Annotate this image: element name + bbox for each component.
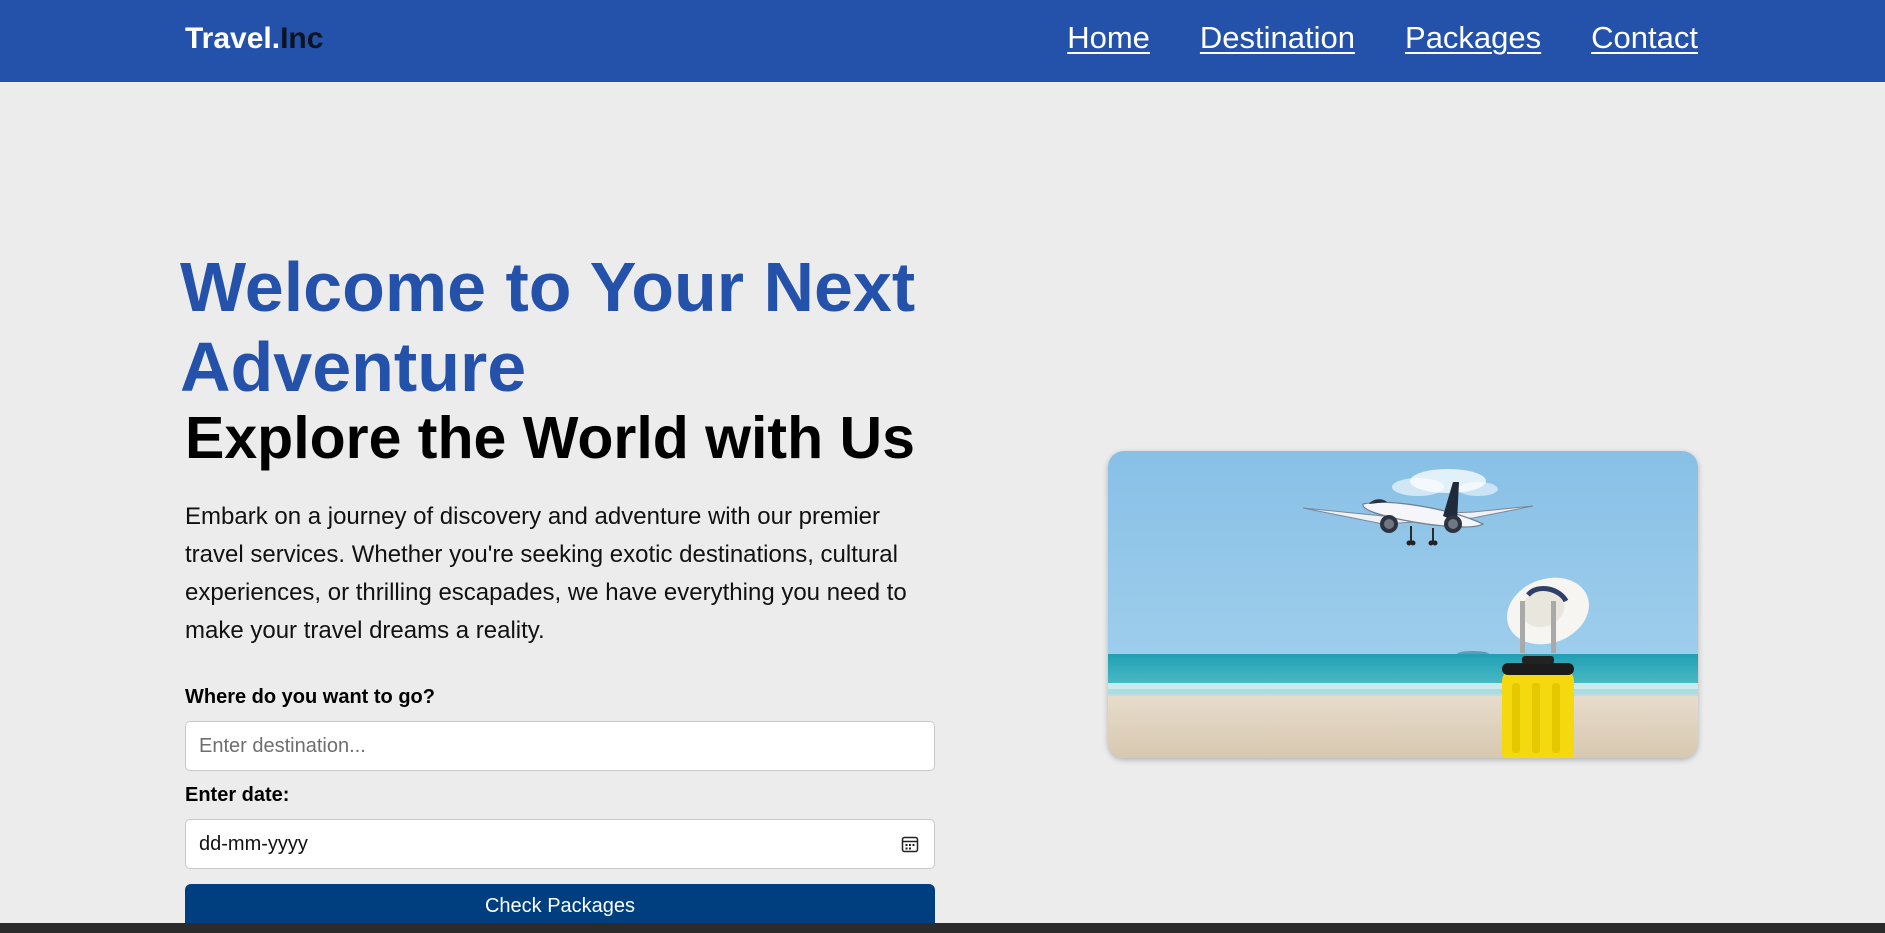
nav-links: Home Destination Packages Contact	[1067, 18, 1698, 58]
date-placeholder: dd-mm-yyyy	[199, 832, 308, 855]
destination-input[interactable]	[185, 721, 935, 771]
destination-label: Where do you want to go?	[185, 686, 435, 708]
brand-name-part1: Travel.	[185, 22, 281, 55]
hero-image	[1108, 451, 1698, 758]
nav-link-contact[interactable]: Contact	[1591, 18, 1698, 58]
brand-name-part2: Inc	[280, 22, 324, 55]
brand-logo[interactable]: Travel.Inc	[185, 19, 323, 59]
date-label: Enter date:	[185, 784, 290, 806]
nav-link-packages[interactable]: Packages	[1405, 18, 1541, 58]
airplane-beach-suitcase-photo	[1108, 451, 1698, 758]
navbar: Travel.Inc Home Destination Packages Con…	[0, 0, 1885, 82]
nav-link-destination[interactable]: Destination	[1200, 18, 1355, 58]
hero-description: Embark on a journey of discovery and adv…	[185, 503, 907, 644]
hero-title: Welcome to Your Next Adventure	[180, 248, 916, 406]
window-bottom-edge	[0, 923, 1885, 933]
hero-subtitle: Explore the World with Us	[185, 405, 915, 471]
calendar-icon[interactable]	[901, 835, 919, 853]
nav-link-home[interactable]: Home	[1067, 18, 1150, 58]
date-input[interactable]: dd-mm-yyyy	[185, 819, 935, 869]
check-packages-button[interactable]: Check Packages	[185, 884, 935, 928]
